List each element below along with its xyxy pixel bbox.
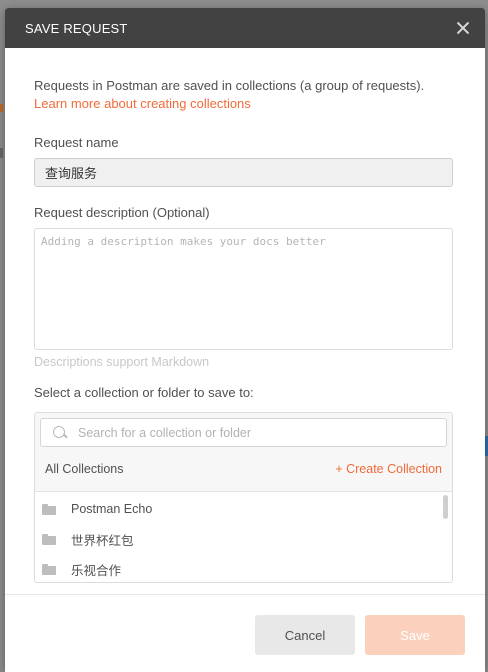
- background-mark: [0, 148, 3, 158]
- collection-item-label: 乐视合作: [71, 563, 122, 578]
- save-request-modal: SAVE REQUEST Requests in Postman are sav…: [5, 8, 485, 672]
- modal-footer: Cancel Save: [5, 594, 485, 672]
- learn-more-link[interactable]: Learn more about creating collections: [34, 95, 251, 113]
- collection-item[interactable]: 乐视合作: [35, 554, 452, 582]
- modal-title: SAVE REQUEST: [25, 20, 128, 36]
- request-name-value: 查询服务: [45, 166, 98, 181]
- intro-text: Requests in Postman are saved in collect…: [34, 78, 425, 93]
- request-name-label: Request name: [34, 135, 119, 150]
- save-button[interactable]: Save: [365, 615, 465, 655]
- request-description-textarea[interactable]: Adding a description makes your docs bet…: [34, 228, 453, 350]
- request-description-label: Request description (Optional): [34, 205, 210, 220]
- collection-list-scrollbar[interactable]: [443, 495, 448, 519]
- request-name-input[interactable]: 查询服务: [34, 158, 453, 187]
- folder-icon: [42, 503, 56, 515]
- folder-icon: [42, 533, 56, 545]
- collection-search-input[interactable]: Search for a collection or folder: [40, 418, 447, 447]
- modal-body: Requests in Postman are saved in collect…: [5, 48, 485, 583]
- collection-list-header: All Collections + Create Collection: [40, 447, 447, 491]
- collection-picker: Search for a collection or folder All Co…: [34, 412, 453, 583]
- collection-item-label: 世界杯红包: [71, 533, 134, 548]
- folder-icon: [42, 563, 56, 575]
- modal-header: SAVE REQUEST: [5, 8, 485, 48]
- cancel-button[interactable]: Cancel: [255, 615, 355, 655]
- request-description-placeholder: Adding a description makes your docs bet…: [41, 235, 326, 248]
- background-accent-mark: [0, 104, 3, 112]
- collection-item-label: Postman Echo: [71, 502, 153, 516]
- collection-select-label: Select a collection or folder to save to…: [34, 385, 254, 400]
- collection-search-placeholder: Search for a collection or folder: [78, 425, 252, 440]
- collection-picker-header: Search for a collection or folder All Co…: [35, 413, 452, 492]
- markdown-hint: Descriptions support Markdown: [34, 355, 210, 369]
- collection-item[interactable]: Postman Echo: [35, 494, 452, 524]
- all-collections-label: All Collections: [45, 462, 124, 476]
- collection-list: Postman Echo 世界杯红包 乐视合作: [35, 492, 452, 582]
- create-collection-button[interactable]: + Create Collection: [335, 462, 442, 476]
- collection-item[interactable]: 世界杯红包: [35, 524, 452, 554]
- close-icon[interactable]: [455, 20, 471, 36]
- search-icon: [53, 425, 67, 440]
